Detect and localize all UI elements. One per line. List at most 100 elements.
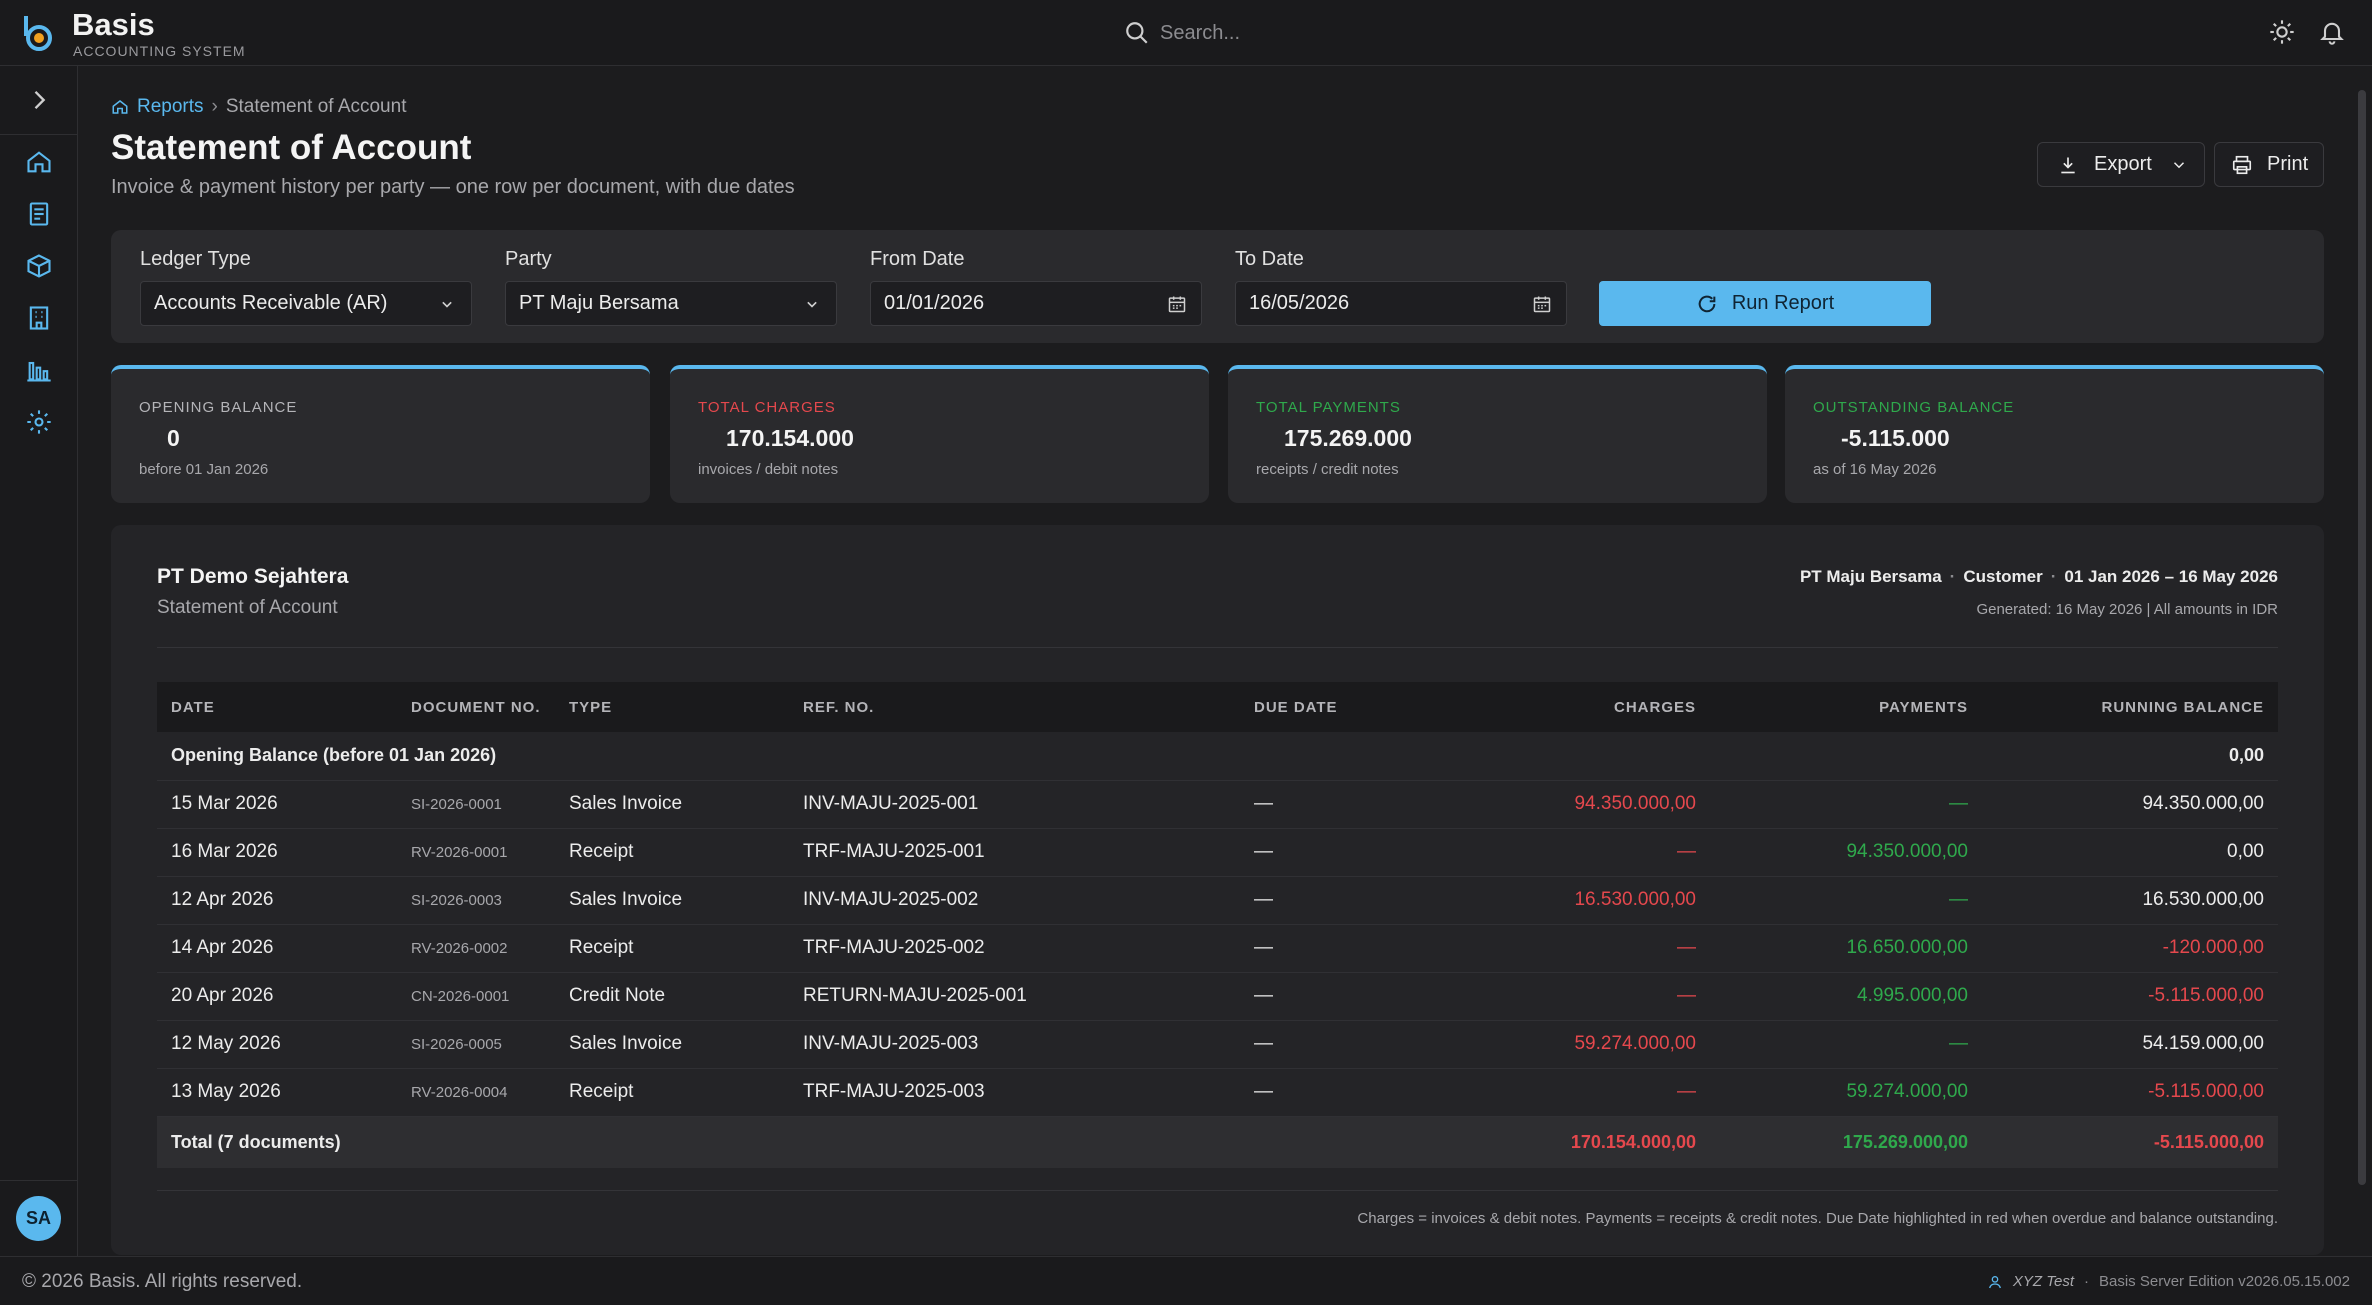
basis-logo-icon[interactable] xyxy=(22,14,56,52)
row-due-date: — xyxy=(1254,1081,1273,1102)
search-input[interactable] xyxy=(1160,14,1560,52)
ledger-type-value: Accounts Receivable (AR) xyxy=(154,292,388,314)
column-header[interactable]: DUE DATE xyxy=(1240,682,1410,732)
meta-party-type: Customer xyxy=(1963,567,2043,586)
card-label: TOTAL CHARGES xyxy=(698,399,836,416)
brand-name: Basis xyxy=(72,7,155,42)
page-scrollbar[interactable] xyxy=(2358,90,2366,1185)
breadcrumb-reports-link[interactable]: Reports xyxy=(137,96,204,118)
box-icon[interactable] xyxy=(25,252,53,280)
refresh-icon xyxy=(1698,295,1716,312)
row-document-no: RV-2026-0002 xyxy=(411,939,508,957)
column-header[interactable]: CHARGES xyxy=(1410,682,1710,732)
report-footnote: Charges = invoices & debit notes. Paymen… xyxy=(1357,1210,2278,1227)
row-document-no: RV-2026-0001 xyxy=(411,843,508,861)
row-type: Sales Invoice xyxy=(569,793,683,814)
expand-sidebar-chevron-icon[interactable] xyxy=(25,86,53,114)
row-running-balance: -5.115.000,00 xyxy=(2148,985,2264,1006)
report-meta: PT Maju Bersama · Customer · 01 Jan 2026 – 1… xyxy=(1800,567,2278,587)
row-type: Sales Invoice xyxy=(569,1033,683,1054)
row-date: 12 May 2026 xyxy=(171,1033,281,1054)
table-row[interactable]: 12 Apr 2026 SI-2026-0003 Sales Invoice INV-… xyxy=(157,876,2278,924)
theme-toggle-sun-icon[interactable] xyxy=(2268,18,2296,46)
top-bar: Basis ACCOUNTING SYSTEM xyxy=(0,0,2372,66)
row-payments: — xyxy=(1949,793,1968,814)
sidebar-divider xyxy=(0,1180,78,1181)
row-charges: — xyxy=(1677,985,1696,1006)
row-running-balance: 0,00 xyxy=(2227,841,2264,862)
column-header[interactable]: PAYMENTS xyxy=(1710,682,1982,732)
breadcrumb-separator: › xyxy=(211,96,218,117)
filter-panel: Ledger Type Accounts Receivable (AR) Par… xyxy=(111,230,2324,343)
row-payments: 4.995.000,00 xyxy=(1857,985,1968,1006)
card-value: 170.154.000 xyxy=(726,425,854,451)
ledger-type-label: Ledger Type xyxy=(140,248,251,270)
notifications-bell-icon[interactable] xyxy=(2318,18,2346,46)
row-type: Receipt xyxy=(569,1081,634,1102)
total-charges: 170.154.000,00 xyxy=(1570,1131,1696,1152)
row-type: Receipt xyxy=(569,937,634,958)
breadcrumb-home-icon[interactable] xyxy=(111,98,129,116)
row-payments: 59.274.000,00 xyxy=(1846,1081,1968,1102)
opening-balance-row: Opening Balance (before 01 Jan 2026) 0,0… xyxy=(157,732,2278,780)
from-date-input[interactable]: 01/01/2026 xyxy=(870,281,1202,326)
user-avatar[interactable]: SA xyxy=(16,1196,61,1241)
row-running-balance: 16.530.000,00 xyxy=(2142,889,2264,910)
document-icon[interactable] xyxy=(25,200,53,228)
row-due-date: — xyxy=(1254,889,1273,910)
from-date-label: From Date xyxy=(870,248,965,270)
row-payments: — xyxy=(1949,1033,1968,1054)
row-due-date: — xyxy=(1254,937,1273,958)
calendar-icon[interactable] xyxy=(1167,294,1187,314)
column-header[interactable]: DATE xyxy=(157,682,397,732)
calendar-icon[interactable] xyxy=(1532,294,1552,314)
card-note: before 01 Jan 2026 xyxy=(139,461,269,478)
table-header-row: DATE DOCUMENT NO. TYPE REF. NO. DUE DATE… xyxy=(157,682,2278,732)
row-date: 14 Apr 2026 xyxy=(171,937,274,958)
table-row[interactable]: 15 Mar 2026 SI-2026-0001 Sales Invoice INV-… xyxy=(157,780,2278,828)
to-date-input[interactable]: 16/05/2026 xyxy=(1235,281,1567,326)
footer-user: XYZ Test xyxy=(2012,1273,2074,1290)
ledger-type-select[interactable]: Accounts Receivable (AR) xyxy=(140,281,472,326)
column-header[interactable]: REF. NO. xyxy=(789,682,1240,732)
row-charges: — xyxy=(1677,1081,1696,1102)
row-due-date: — xyxy=(1254,841,1273,862)
row-document-no: RV-2026-0004 xyxy=(411,1083,508,1101)
card-value: -5.115.000 xyxy=(1841,425,1950,451)
total-payments: 175.269.000,00 xyxy=(1842,1131,1968,1152)
building-icon[interactable] xyxy=(25,304,53,332)
user-icon xyxy=(1988,1275,2001,1288)
row-ref-no: INV-MAJU-2025-001 xyxy=(803,793,979,814)
row-payments: — xyxy=(1949,889,1968,910)
sidebar: SA xyxy=(0,66,78,1256)
party-select[interactable]: PT Maju Bersama xyxy=(505,281,837,326)
column-header[interactable]: DOCUMENT NO. xyxy=(397,682,555,732)
table-row[interactable]: 12 May 2026 SI-2026-0005 Sales Invoice INV-… xyxy=(157,1020,2278,1068)
total-row: Total (7 documents) 170.154.000,00 175.269… xyxy=(157,1116,2278,1168)
table-row[interactable]: 20 Apr 2026 CN-2026-0001 Credit Note RETURN… xyxy=(157,972,2278,1020)
statement-report: PT Demo Sejahtera Statement of Account P… xyxy=(111,525,2324,1255)
print-button[interactable]: Print xyxy=(2214,142,2324,187)
row-document-no: SI-2026-0005 xyxy=(411,1035,502,1053)
column-header[interactable]: TYPE xyxy=(555,682,789,732)
run-report-label: Run Report xyxy=(1731,292,1835,314)
page-title: Statement of Account xyxy=(111,128,472,167)
home-icon[interactable] xyxy=(25,148,53,176)
table-row[interactable]: 13 May 2026 RV-2026-0004 Receipt TRF-MAJU-2… xyxy=(157,1068,2278,1116)
export-button[interactable]: Export xyxy=(2037,142,2205,187)
row-charges: 16.530.000,00 xyxy=(1574,889,1696,910)
row-ref-no: TRF-MAJU-2025-002 xyxy=(803,937,985,958)
bar-chart-icon[interactable] xyxy=(25,356,53,384)
run-report-button[interactable]: Run Report xyxy=(1599,281,1931,326)
row-running-balance: 54.159.000,00 xyxy=(2142,1033,2264,1054)
chevron-down-icon xyxy=(2173,161,2184,168)
column-header[interactable]: RUNNING BALANCE xyxy=(1982,682,2278,732)
printer-icon xyxy=(2232,155,2252,174)
table-row[interactable]: 14 Apr 2026 RV-2026-0002 Receipt TRF-MAJU-2… xyxy=(157,924,2278,972)
opening-balance-label: Opening Balance (before 01 Jan 2026) xyxy=(171,745,497,766)
gear-icon[interactable] xyxy=(25,408,53,436)
row-running-balance: -120.000,00 xyxy=(2162,937,2264,958)
row-running-balance: -5.115.000,00 xyxy=(2148,1081,2264,1102)
card-note: receipts / credit notes xyxy=(1256,461,1399,478)
table-row[interactable]: 16 Mar 2026 RV-2026-0001 Receipt TRF-MAJU-2… xyxy=(157,828,2278,876)
